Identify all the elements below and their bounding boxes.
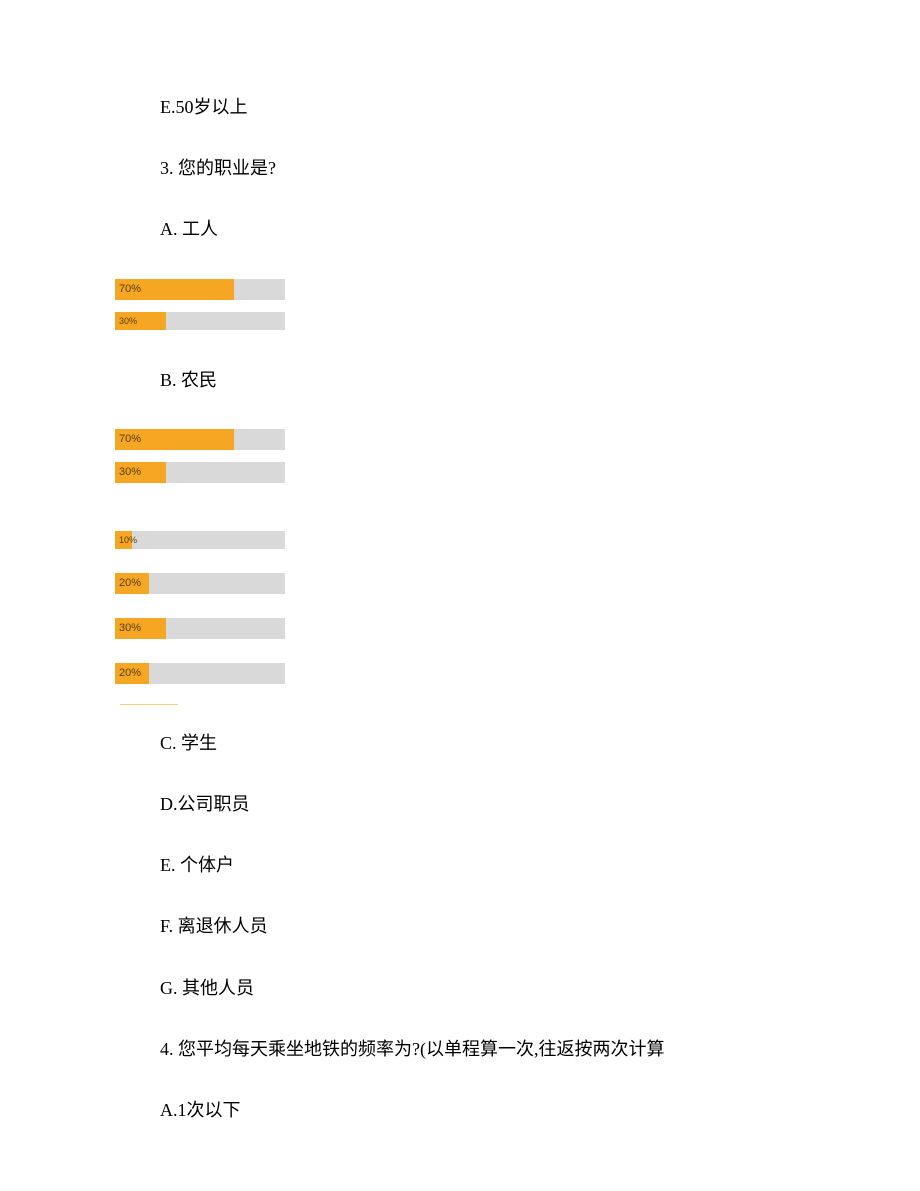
bar-row: 30% [115, 618, 285, 639]
question-4: 4. 您平均每天乘坐地铁的频率为?(以单程算一次,往返按两次计算 [0, 1037, 920, 1062]
option-e-self: E. 个体户 [0, 853, 920, 878]
option-e-age: E.50岁以上 [0, 95, 920, 120]
bar-label: 20% [119, 577, 141, 589]
bar-group-b-list: 10% 20% 30% 20% [115, 531, 920, 684]
option-g-other: G. 其他人员 [0, 976, 920, 1001]
bar-label: 30% [119, 622, 141, 634]
option-d-office: D.公司职员 [0, 792, 920, 817]
bar-label: 20% [119, 667, 141, 679]
bar-row: 70% [115, 429, 285, 450]
bar-row: 20% [115, 573, 285, 594]
bar-row: 30% [115, 312, 285, 330]
option-a-worker: A. 工人 [0, 217, 920, 242]
bar-group-b-pair: 70% 30% [115, 429, 920, 483]
underline [120, 704, 178, 705]
bar-label: 70% [119, 283, 141, 295]
bar-row: 70% [115, 279, 285, 300]
bar-label: 10% [119, 535, 137, 545]
bar-label: 70% [119, 433, 141, 445]
option-f-retired: F. 离退休人员 [0, 914, 920, 939]
bar-row: 10% [115, 531, 285, 549]
bar-row: 20% [115, 663, 285, 684]
option-c-student: C. 学生 [0, 731, 920, 756]
bar-label: 30% [119, 466, 141, 478]
option-a-freq: A.1次以下 [0, 1098, 920, 1123]
option-b-farmer: B. 农民 [0, 368, 920, 393]
bar-label: 30% [119, 316, 137, 326]
bar-row: 30% [115, 462, 285, 483]
bar-group-a: 70% 30% [115, 279, 920, 330]
question-3: 3. 您的职业是? [0, 156, 920, 181]
